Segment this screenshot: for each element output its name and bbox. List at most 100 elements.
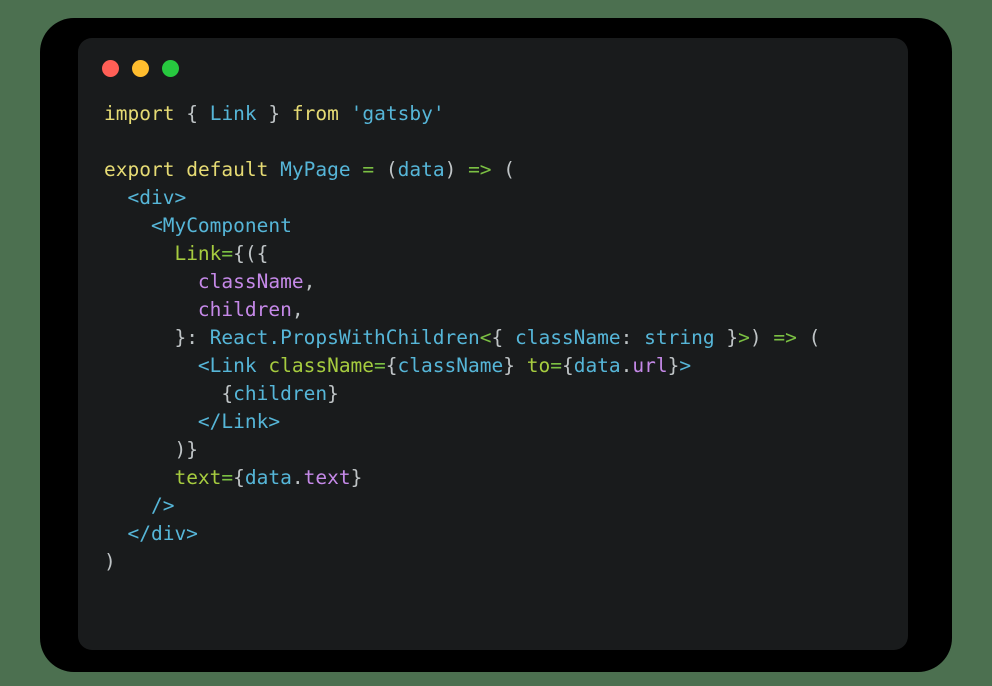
code-token: =: [362, 158, 375, 181]
code-token: />: [150, 494, 175, 517]
code-token: ): [104, 550, 116, 573]
code-token: }: [667, 354, 680, 377]
code-token: ): [749, 326, 762, 349]
code-line: />: [104, 492, 898, 520]
code-token: text: [303, 466, 351, 489]
code-token: {: [491, 326, 504, 349]
window-frame: import { Link } from 'gatsby' export def…: [40, 18, 952, 672]
code-editor-content[interactable]: import { Link } from 'gatsby' export def…: [104, 100, 898, 644]
code-token: to: [526, 354, 551, 377]
code-token: Link: [174, 242, 222, 265]
code-token: {: [221, 382, 234, 405]
code-token: text: [174, 466, 222, 489]
code-token: data: [573, 354, 621, 377]
code-token: url: [632, 354, 668, 377]
code-token: children: [233, 382, 328, 405]
code-line: className,: [104, 268, 898, 296]
code-token: ): [444, 158, 457, 181]
code-token: {: [233, 466, 245, 489]
code-line: import { Link } from 'gatsby': [104, 100, 898, 128]
code-token: =: [221, 466, 234, 489]
code-line: export default MyPage = (data) => (: [104, 156, 898, 184]
code-token: <MyComponent: [150, 214, 292, 237]
code-token: default: [186, 158, 269, 181]
code-token: {({: [233, 242, 269, 265]
code-token: .: [291, 466, 304, 489]
code-token: </Link>: [197, 410, 281, 433]
code-line: }: React.PropsWithChildren<{ className: …: [104, 324, 898, 352]
code-line: <Link className={className} to={data.url…: [104, 352, 898, 380]
code-token: =: [550, 354, 562, 377]
code-token: data: [244, 466, 292, 489]
code-token: <: [479, 326, 492, 349]
code-token: import: [104, 102, 175, 125]
minimize-button[interactable]: [132, 60, 149, 77]
code-token: {: [186, 102, 198, 125]
code-token: =: [221, 242, 234, 265]
code-token: export: [104, 158, 175, 181]
code-token: className: [514, 326, 621, 349]
window-titlebar: [102, 60, 179, 77]
code-token: }: [503, 354, 515, 377]
code-token: >: [679, 354, 692, 377]
code-token: Link: [209, 102, 257, 125]
code-line: text={data.text}: [104, 464, 898, 492]
code-token: className: [268, 354, 375, 377]
code-token: (: [385, 158, 398, 181]
code-token: =>: [468, 158, 492, 181]
code-token: MyPage: [280, 158, 351, 181]
code-window: import { Link } from 'gatsby' export def…: [78, 38, 908, 650]
code-token: )}: [174, 438, 198, 461]
maximize-button[interactable]: [162, 60, 179, 77]
code-token: {: [561, 354, 574, 377]
code-token: }: [726, 326, 739, 349]
code-token: .: [620, 354, 633, 377]
code-line: children,: [104, 296, 898, 324]
code-token: =: [374, 354, 386, 377]
code-token: </div>: [127, 522, 198, 545]
code-line: </div>: [104, 520, 898, 548]
code-token: <div>: [127, 186, 187, 209]
code-token: data: [397, 158, 445, 181]
code-token: >: [738, 326, 750, 349]
code-token: className: [397, 354, 504, 377]
code-token: {: [385, 354, 398, 377]
code-line: </Link>: [104, 408, 898, 436]
close-button[interactable]: [102, 60, 119, 77]
code-token: <Link: [197, 354, 257, 377]
code-token: className: [197, 270, 304, 293]
code-token: (: [503, 158, 516, 181]
code-token: 'gatsby': [350, 102, 445, 125]
code-token: ,: [291, 298, 304, 321]
code-token: }: [350, 466, 363, 489]
code-token: :: [620, 326, 633, 349]
code-token: =>: [773, 326, 797, 349]
code-token: ,: [303, 270, 316, 293]
